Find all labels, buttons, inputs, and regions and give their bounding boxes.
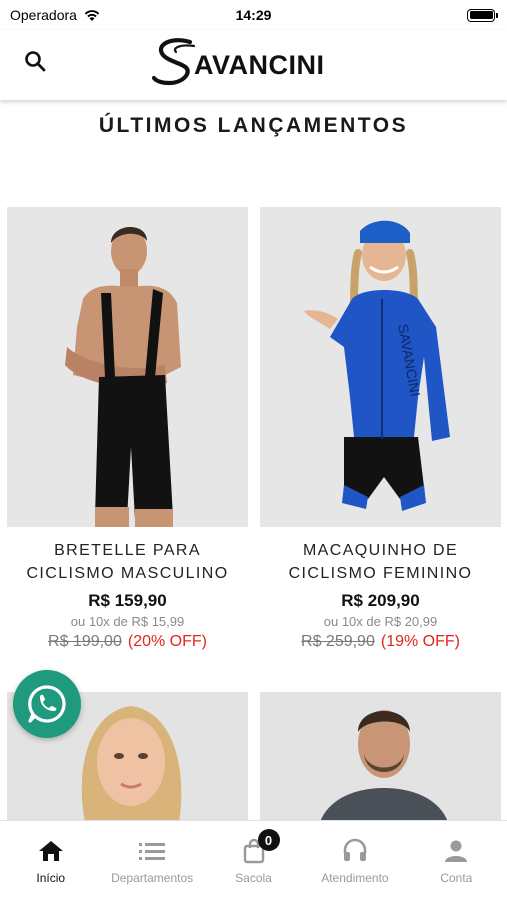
price-comparison: R$ 259,90 (19% OFF) xyxy=(260,633,501,651)
tab-label: Departamentos xyxy=(111,871,194,885)
tab-inicio[interactable]: Início xyxy=(0,821,101,900)
tab-label: Conta xyxy=(440,871,473,885)
tab-departamentos[interactable]: Departamentos xyxy=(101,821,202,900)
male-cyclist-photo xyxy=(7,207,248,527)
product-image[interactable]: SAVANCINI xyxy=(260,207,501,527)
tab-label: Sacola xyxy=(235,871,272,885)
headset-icon xyxy=(341,837,369,865)
product-price: R$ 209,90 xyxy=(341,591,420,610)
tab-label: Atendimento xyxy=(321,871,389,885)
product-image[interactable] xyxy=(7,207,248,527)
logo-text: AVANCINI xyxy=(194,50,325,80)
tab-atendimento[interactable]: Atendimento xyxy=(304,821,405,900)
status-left: Operadora xyxy=(10,7,101,23)
whatsapp-button[interactable] xyxy=(13,670,81,738)
discount-badge: (20% OFF) xyxy=(127,633,207,650)
carrier-label: Operadora xyxy=(10,7,77,23)
status-bar: Operadora 14:29 xyxy=(0,0,507,30)
female-cyclist-photo: SAVANCINI xyxy=(260,207,501,527)
section-title: ÚLTIMOS LANÇAMENTOS xyxy=(98,114,409,137)
product-name[interactable]: BRETELLE PARA CICLISMO MASCULINO xyxy=(7,539,248,585)
home-icon xyxy=(37,837,65,865)
price-comparison: R$ 199,00 (20% OFF) xyxy=(7,633,248,651)
bag-count-badge: 0 xyxy=(257,829,280,851)
discount-badge: (19% OFF) xyxy=(380,633,460,650)
product-price: R$ 159,90 xyxy=(88,591,167,610)
search-button[interactable] xyxy=(20,46,50,76)
wifi-icon xyxy=(84,10,100,21)
tab-conta[interactable]: Conta xyxy=(406,821,507,900)
product-installments: ou 10x de R$ 15,99 xyxy=(70,614,185,629)
product-card[interactable]: BRETELLE PARA CICLISMO MASCULINO R$ 159,… xyxy=(7,207,248,651)
product-name[interactable]: MACAQUINHO DE CICLISMO FEMININO xyxy=(260,539,501,585)
tab-label: Início xyxy=(36,871,66,885)
app-header: AVANCINI xyxy=(0,30,507,100)
product-installments: ou 10x de R$ 20,99 xyxy=(323,614,438,629)
bag-icon: 0 xyxy=(240,829,280,865)
male-model-photo xyxy=(260,692,501,822)
product-card[interactable]: SAVANCINI MACAQUINHO DE CICLISMO FEMININ… xyxy=(260,207,501,651)
brand-logo[interactable]: AVANCINI xyxy=(150,34,360,90)
search-icon xyxy=(25,51,46,72)
whatsapp-icon xyxy=(28,685,66,723)
user-icon xyxy=(442,837,470,865)
product-image[interactable] xyxy=(260,692,501,822)
battery-icon xyxy=(467,8,498,22)
old-price: R$ 199,00 xyxy=(48,633,122,650)
old-price: R$ 259,90 xyxy=(301,633,375,650)
bottom-tab-bar: Início Departamentos 0 Sacola Atendiment… xyxy=(0,820,507,900)
list-icon xyxy=(138,837,166,865)
tab-sacola[interactable]: 0 Sacola xyxy=(203,821,304,900)
